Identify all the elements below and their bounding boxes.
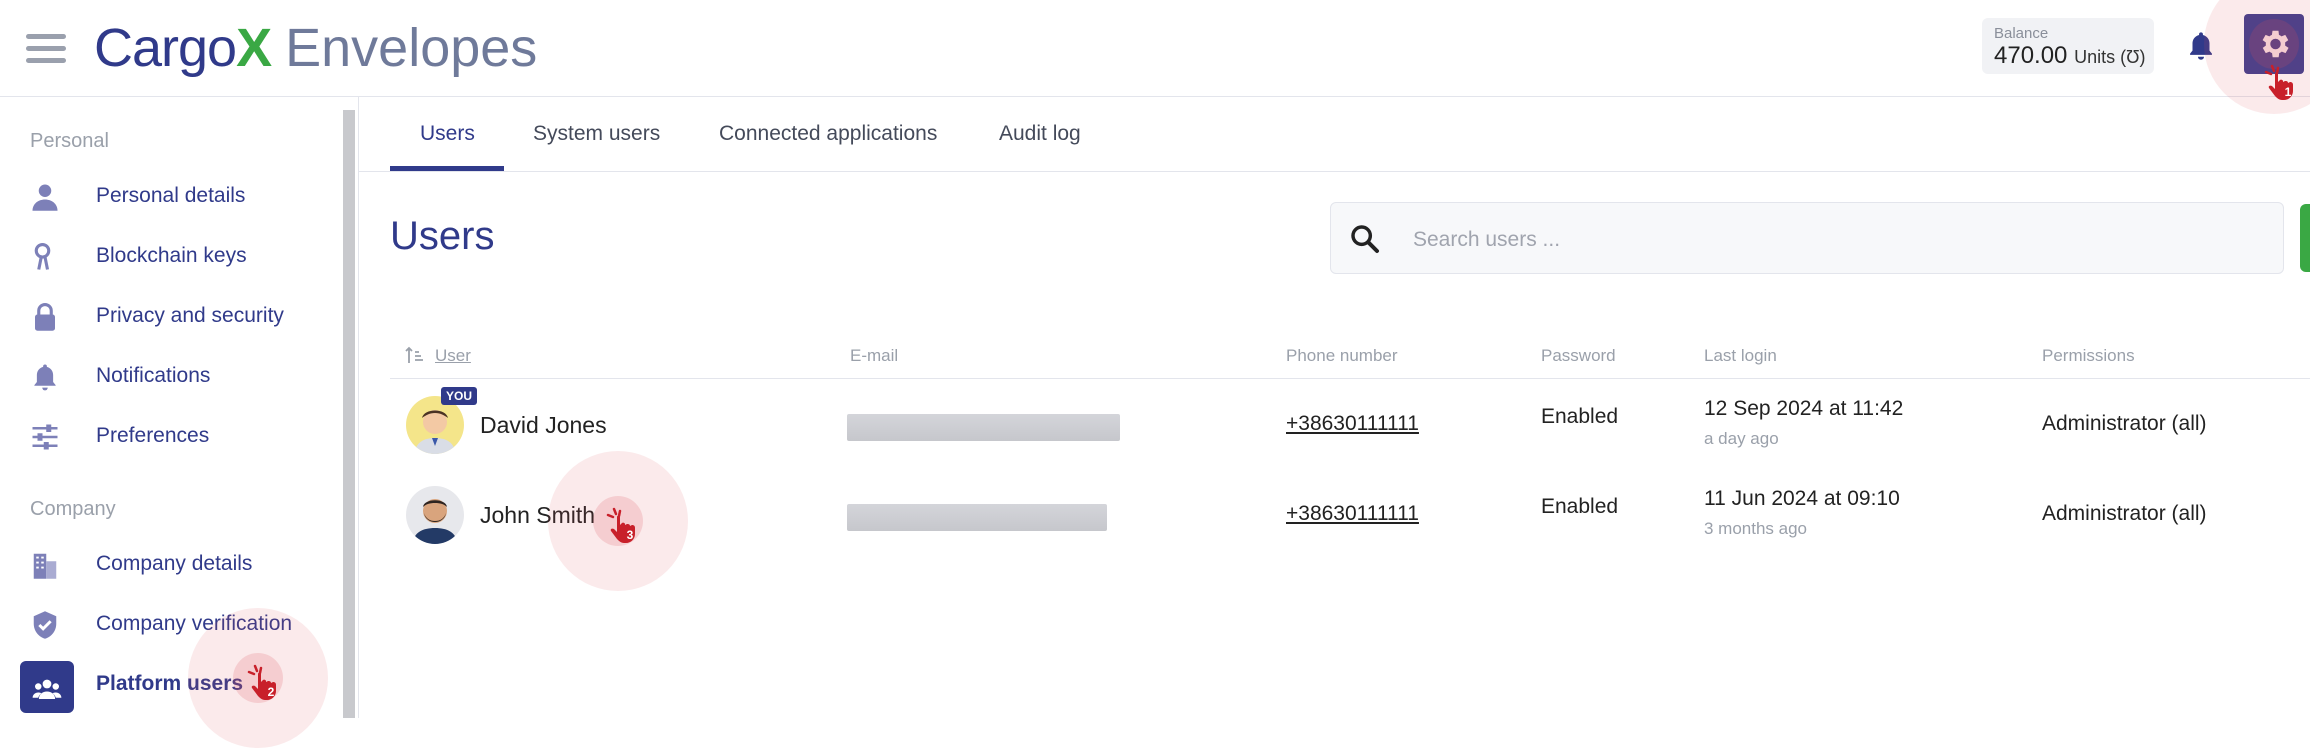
- search-box[interactable]: [1330, 202, 2284, 274]
- hamburger-menu-icon[interactable]: [26, 34, 66, 64]
- sliders-icon: [32, 424, 58, 450]
- tab-system-users[interactable]: System users: [533, 122, 660, 146]
- sort-ascending-icon[interactable]: [405, 346, 425, 371]
- email-redacted: [847, 504, 1107, 531]
- sidebar-section-company: Company: [30, 498, 116, 520]
- sidebar-scrollbar[interactable]: [343, 110, 355, 718]
- hand-pointer-icon: 1: [2264, 64, 2293, 100]
- sidebar-item-blockchain-keys[interactable]: Blockchain keys: [0, 229, 340, 283]
- column-header-last-login: Last login: [1704, 346, 1777, 365]
- balance-widget[interactable]: Balance 470.00 Units (Ʊ): [1982, 18, 2154, 74]
- column-header-user[interactable]: User: [435, 346, 471, 366]
- column-header-phone: Phone number: [1286, 346, 1398, 365]
- sidebar-item-personal-details[interactable]: Personal details: [0, 169, 340, 223]
- svg-text:3: 3: [627, 528, 634, 542]
- email-redacted: [847, 414, 1120, 441]
- last-login-relative: a day ago: [1704, 429, 1779, 448]
- password-status: Enabled: [1541, 405, 1619, 428]
- column-header-email: E-mail: [850, 346, 899, 365]
- last-login: 12 Sep 2024 at 11:42: [1704, 397, 1904, 420]
- shield-check-icon: [33, 611, 57, 639]
- table-header-divider: [390, 378, 2310, 379]
- last-login: 11 Jun 2024 at 09:10: [1704, 487, 1900, 510]
- tab-connected-applications[interactable]: Connected applications: [719, 122, 937, 146]
- bell-icon: [34, 364, 56, 391]
- phone-link[interactable]: +38630111111: [1286, 502, 1419, 526]
- permissions: Administrator (all): [2042, 502, 2207, 525]
- building-icon: [33, 553, 57, 579]
- phone-link[interactable]: +38630111111: [1286, 412, 1419, 436]
- tab-audit-log[interactable]: Audit log: [999, 122, 1081, 146]
- key-icon: [34, 242, 51, 270]
- person-icon: [32, 184, 58, 211]
- page-title: Users: [390, 214, 495, 258]
- balance-label: Balance: [1994, 25, 2049, 42]
- tab-users[interactable]: Users: [420, 122, 475, 146]
- column-header-password: Password: [1541, 346, 1616, 365]
- password-status: Enabled: [1541, 495, 1619, 518]
- permissions: Administrator (all): [2042, 412, 2207, 435]
- sidebar-item-privacy-security[interactable]: Privacy and security: [0, 289, 340, 343]
- column-header-permissions: Permissions: [2042, 346, 2135, 365]
- avatar: [406, 486, 464, 544]
- balance-value: 470.00 Units (Ʊ): [1994, 42, 2146, 69]
- hand-pointer-icon: 3: [606, 507, 635, 543]
- add-user-button-edge[interactable]: [2300, 204, 2310, 272]
- lock-icon: [35, 302, 55, 331]
- top-bar: CargoX Envelopes Balance 470.00 Units (Ʊ): [0, 0, 2310, 97]
- app-logo[interactable]: CargoX Envelopes: [94, 18, 537, 78]
- sidebar-item-preferences[interactable]: Preferences: [0, 409, 340, 463]
- sidebar: Personal Personal details Blockchain key…: [0, 97, 359, 718]
- svg-text:2: 2: [268, 685, 275, 699]
- sidebar-item-notifications[interactable]: Notifications: [0, 349, 340, 403]
- users-icon: [32, 679, 62, 699]
- last-login-relative: 3 months ago: [1704, 519, 1808, 538]
- hand-pointer-icon: 2: [247, 664, 276, 700]
- tabs-divider: [359, 171, 2310, 172]
- search-input[interactable]: [1411, 221, 2255, 259]
- user-name: David Jones: [480, 412, 607, 438]
- search-icon: [1351, 225, 1379, 253]
- svg-text:1: 1: [2285, 85, 2292, 99]
- sidebar-item-company-details[interactable]: Company details: [0, 537, 340, 591]
- sidebar-section-personal: Personal: [30, 130, 109, 152]
- you-badge: YOU: [441, 387, 478, 405]
